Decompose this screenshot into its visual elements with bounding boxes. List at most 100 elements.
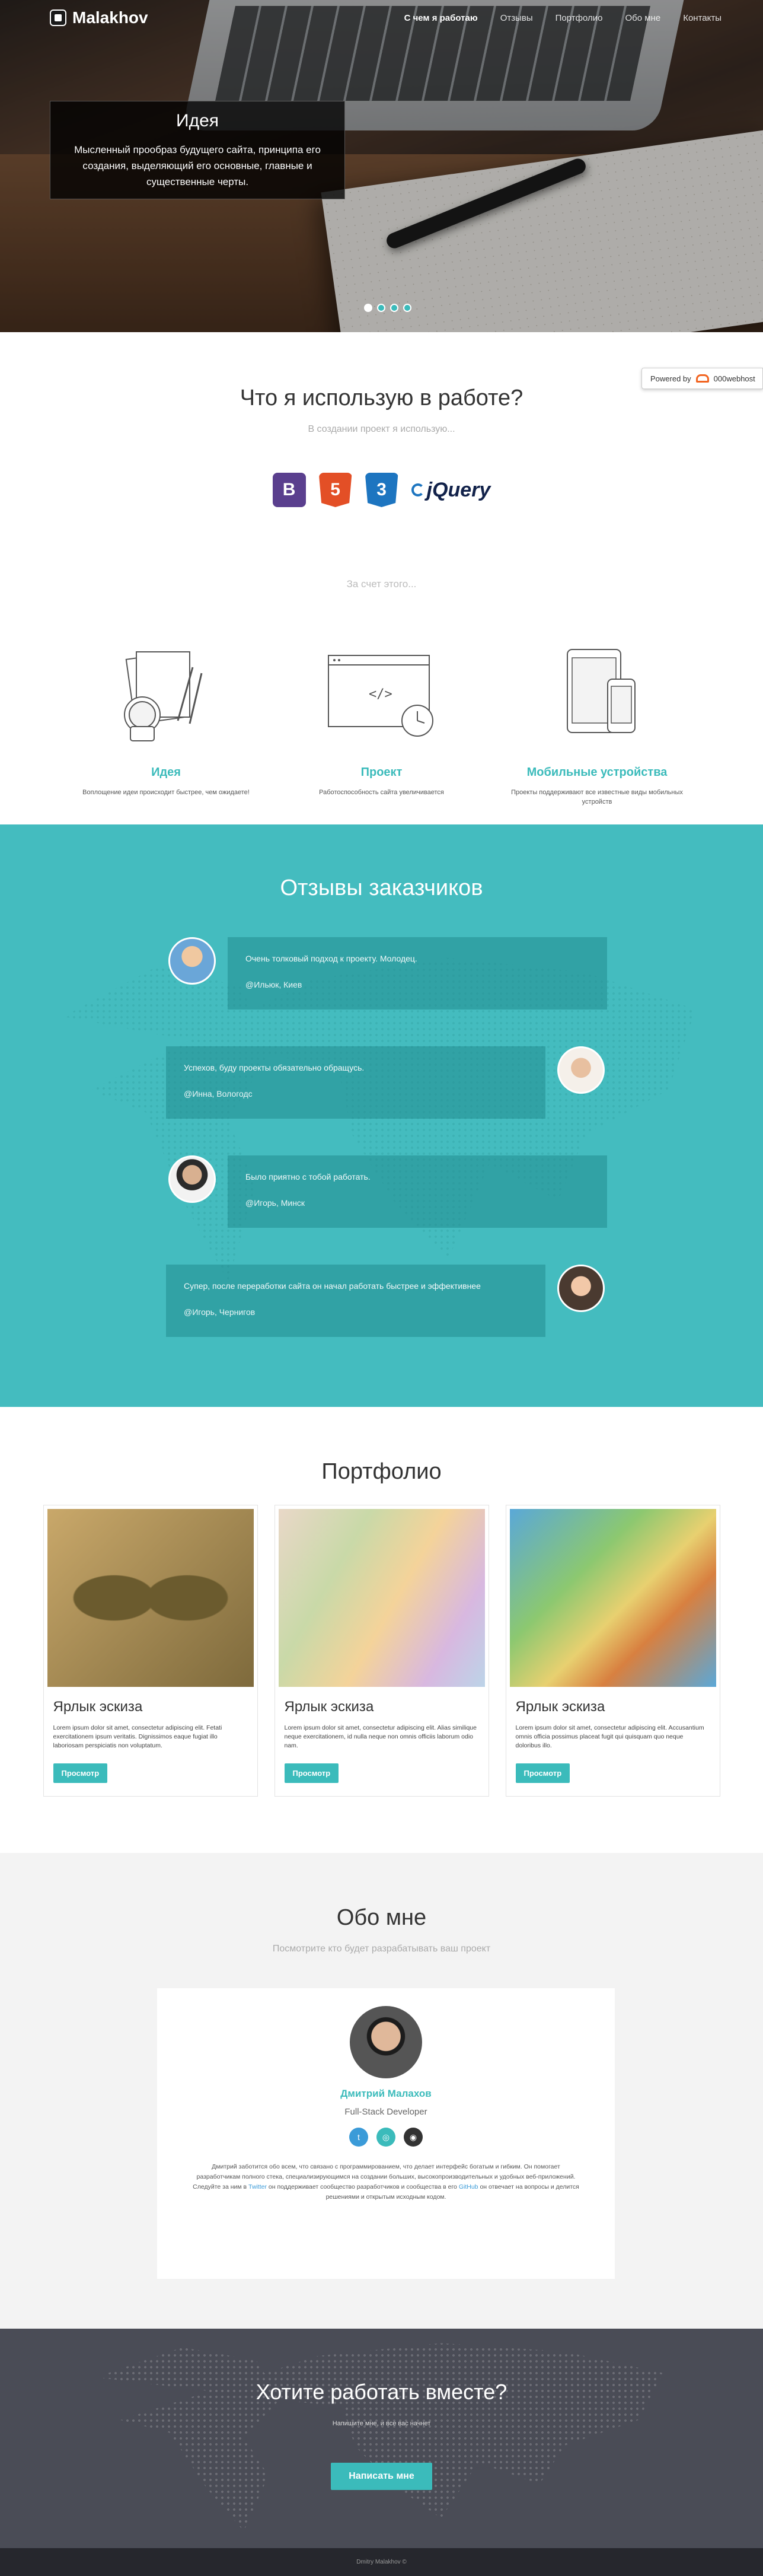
twitter-link[interactable]: Twitter [248, 2183, 267, 2190]
reviewer-avatar [557, 1046, 605, 1094]
profile-role: Full-Stack Developer [344, 2107, 427, 2117]
tech-logos: B 5 3 jQuery [0, 473, 763, 507]
page: Malakhov С чем я работаю Отзывы Портфоли… [0, 0, 763, 2576]
footer-text: Dmitry Malakhov © [356, 2559, 407, 2565]
review-author: @Игорь, Минск [245, 1198, 305, 1208]
nav-item-portfolio[interactable]: Портфолио [556, 13, 603, 23]
webhost-logo-icon [695, 374, 709, 383]
portfolio-thumbnail[interactable] [509, 1509, 716, 1687]
portfolio-cards: Ярлык эскиза Lorem ipsum dolor sit amet,… [0, 1505, 763, 1797]
feature-idea-title: Идея [151, 766, 181, 779]
portfolio-card-title: Ярлык эскиза [284, 1699, 374, 1715]
bootstrap-icon: B [272, 473, 306, 507]
slider-dot[interactable] [364, 304, 372, 312]
twitter-icon[interactable]: t [349, 2128, 368, 2147]
features-row: Идея Воплощение идеи происходит быстрее,… [0, 644, 763, 807]
hero-caption-title: Идея [176, 111, 219, 130]
jquery-logo: jQuery [411, 479, 490, 502]
reviewer-avatar [168, 1155, 216, 1203]
hero-slider: Malakhov С чем я работаю Отзывы Портфоли… [0, 0, 763, 332]
feature-idea-text: Воплощение идеи происходит быстрее, чем … [82, 789, 250, 796]
hero-caption-text: Мысленный прообраз будущего сайта, принц… [74, 144, 321, 187]
dribbble-icon[interactable]: ◎ [376, 2128, 395, 2147]
social-links: t ◎ ◉ [157, 2128, 615, 2147]
nav-menu: С чем я работаю Отзывы Портфолио Обо мне… [404, 13, 722, 23]
slider-dot[interactable] [403, 304, 411, 312]
idea-illustration-icon [107, 644, 225, 744]
portfolio-card-title: Ярлык эскиза [515, 1699, 605, 1715]
reviewer-avatar [557, 1265, 605, 1312]
portfolio-section: Портфолио Ярлык эскиза Lorem ipsum dolor… [0, 1407, 763, 1853]
slider-dot[interactable] [377, 304, 385, 312]
top-navbar: Malakhov С чем я работаю Отзывы Портфоли… [0, 0, 763, 38]
portfolio-title: Портфолио [321, 1459, 442, 1484]
profile-bio: Дмитрий заботится обо всем, что связано … [193, 2163, 579, 2201]
review-card: Успехов, буду проекты обязательно обращу… [166, 1046, 545, 1119]
view-button[interactable]: Просмотр [53, 1763, 108, 1783]
svg-text:</>: </> [369, 687, 392, 702]
review-author: @Ильюк, Киев [245, 980, 302, 989]
feature-idea: Идея Воплощение идеи происходит быстрее,… [65, 644, 267, 807]
brand-name: Malakhov [72, 8, 148, 27]
nav-item-tools[interactable]: С чем я работаю [404, 13, 478, 23]
feature-mobile: Мобильные устройства Проекты поддерживаю… [496, 644, 698, 807]
tools-section: Что я использую в работе? В создании про… [0, 332, 763, 824]
tools-subtitle: В создании проект я использую... [308, 424, 455, 434]
review-text: Успехов, буду проекты обязательно обращу… [184, 1063, 365, 1072]
github-icon[interactable]: ◉ [404, 2128, 423, 2147]
hero-caption: Идея Мысленный прообраз будущего сайта, … [50, 101, 345, 199]
view-button[interactable]: Просмотр [515, 1763, 570, 1783]
tools-title: Что я использую в работе? [240, 386, 523, 410]
portfolio-card-text: Lorem ipsum dolor sit amet, consectetur … [284, 1724, 477, 1749]
powered-label: Powered by [650, 374, 691, 383]
review-text: Супер, после переработки сайта он начал … [184, 1281, 481, 1291]
portfolio-card-text: Lorem ipsum dolor sit amet, consectetur … [53, 1724, 222, 1749]
about-title: Обо мне [336, 1905, 427, 1930]
nav-item-reviews[interactable]: Отзывы [500, 13, 533, 23]
portfolio-thumbnail[interactable] [47, 1509, 254, 1687]
cta-text: Напишите мне, и все вас начнет [332, 2420, 431, 2427]
feature-mobile-text: Проекты поддерживают все известные виды … [511, 789, 683, 805]
html5-icon: 5 [318, 473, 352, 507]
avatar [350, 2006, 422, 2078]
feature-project-title: Проект [360, 766, 403, 779]
powered-host: 000webhost [713, 374, 755, 383]
portfolio-card: Ярлык эскиза Lorem ipsum dolor sit amet,… [505, 1505, 720, 1797]
portfolio-card-title: Ярлык эскиза [53, 1699, 143, 1715]
profile-card: Дмитрий Малахов Full-Stack Developer t ◎… [157, 1988, 615, 2279]
write-me-button[interactable]: Написать мне [331, 2463, 432, 2490]
review-author: @Игорь, Чернигов [184, 1307, 256, 1317]
about-subtitle: Посмотрите кто будет разрабатывать ваш п… [272, 1944, 491, 1954]
footer: Dmitry Malakhov © [0, 2548, 763, 2576]
brand[interactable]: Malakhov [50, 8, 148, 27]
slider-dot[interactable] [390, 304, 398, 312]
portfolio-card: Ярлык эскиза Lorem ipsum dolor sit amet,… [43, 1505, 258, 1797]
portfolio-thumbnail[interactable] [278, 1509, 485, 1687]
nav-item-about[interactable]: Обо мне [625, 13, 660, 23]
github-link[interactable]: GitHub [459, 2183, 478, 2190]
tools-why: За счет этого... [346, 578, 417, 590]
feature-mobile-title: Мобильные устройства [526, 766, 668, 779]
feature-project: </> Проект Работоспособность сайта увели… [281, 644, 483, 807]
review-author: @Инна, Вологодс [184, 1089, 253, 1098]
slider-indicators [364, 304, 411, 312]
profile-name: Дмитрий Малахов [340, 2088, 432, 2099]
portfolio-card-text: Lorem ipsum dolor sit amet, consectetur … [515, 1724, 704, 1749]
contact-cta-section: Хотите работать вместе? Напишите мне, и … [0, 2329, 763, 2548]
reviewer-avatar [168, 937, 216, 985]
feature-project-text: Работоспособность сайта увеличивается [319, 789, 444, 796]
css3-icon: 3 [365, 473, 398, 507]
brand-logo-icon [50, 9, 66, 26]
nav-item-contacts[interactable]: Контакты [683, 13, 722, 23]
review-text: Было приятно с тобой работать. [245, 1172, 371, 1182]
review-card: Было приятно с тобой работать. @Игорь, М… [228, 1155, 607, 1228]
review-card: Супер, после переработки сайта он начал … [166, 1265, 545, 1337]
reviews-section: Отзывы заказчиков Очень толковый подход … [0, 824, 763, 1407]
project-illustration-icon: </> [323, 644, 441, 744]
jquery-swirl-icon [411, 483, 424, 496]
reviews-title: Отзывы заказчиков [280, 875, 483, 900]
view-button[interactable]: Просмотр [284, 1763, 339, 1783]
cta-title: Хотите работать вместе? [256, 2380, 507, 2404]
review-card: Очень толковый подход к проекту. Молодец… [228, 937, 607, 1010]
powered-by-badge[interactable]: Powered by 000webhost [641, 368, 763, 389]
